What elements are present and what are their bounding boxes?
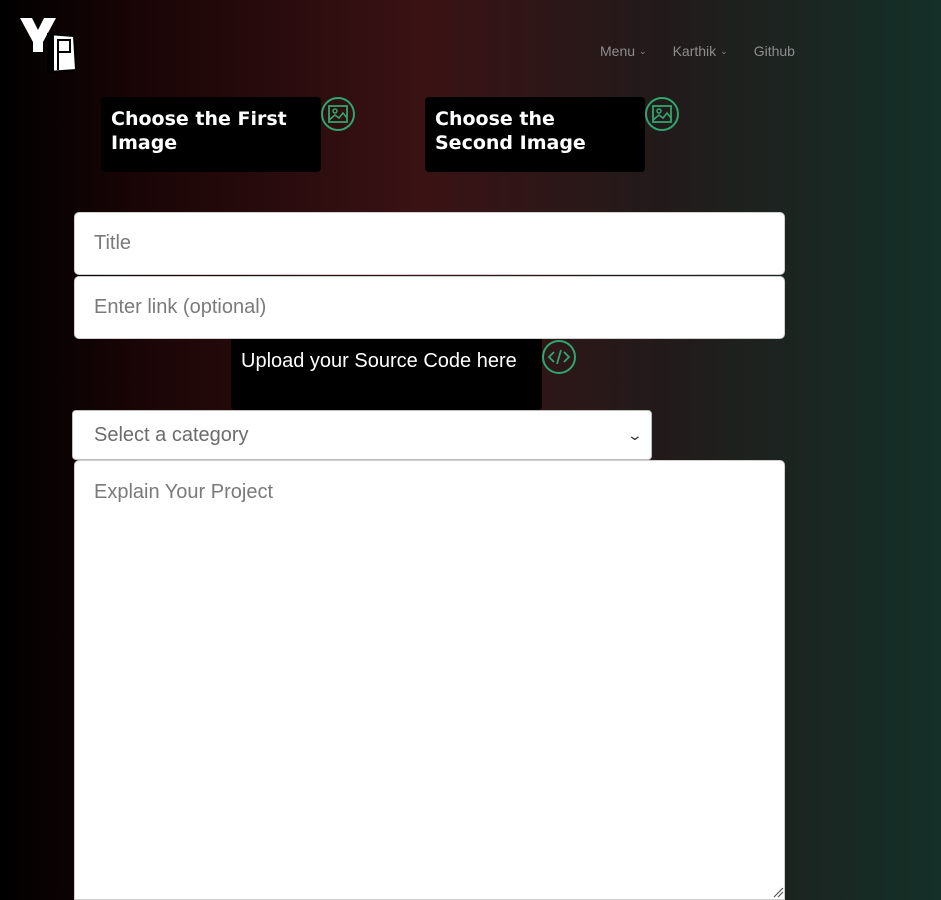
- nav-menu-label: Menu: [600, 43, 636, 59]
- nav-user[interactable]: Karthik ⌄: [673, 43, 728, 59]
- choose-second-image-button[interactable]: Choose the Second Image: [425, 97, 645, 172]
- resize-handle-icon[interactable]: [772, 886, 784, 898]
- chevron-down-icon: ⌄: [626, 426, 644, 443]
- category-select-value: Select a category: [94, 423, 249, 446]
- upload-source-code-button[interactable]: Upload your Source Code here: [231, 339, 542, 410]
- chevron-down-icon: ⌄: [639, 45, 647, 56]
- nav-menu[interactable]: Menu ⌄: [600, 43, 647, 59]
- choose-first-image-label: Choose the First Image: [111, 108, 287, 154]
- image-icon[interactable]: [320, 96, 356, 132]
- image-icon[interactable]: [644, 96, 680, 132]
- top-nav: Menu ⌄ Karthik ⌄ Github: [600, 43, 821, 59]
- upload-source-code-label: Upload your Source Code here: [241, 350, 517, 372]
- nav-github[interactable]: Github: [754, 43, 795, 59]
- chevron-down-icon: ⌄: [720, 45, 728, 56]
- title-input[interactable]: [74, 212, 785, 275]
- nav-github-label: Github: [753, 43, 795, 59]
- yp-logo[interactable]: [18, 14, 80, 78]
- category-select[interactable]: Select a category ⌄: [72, 410, 652, 460]
- choose-first-image-button[interactable]: Choose the First Image: [101, 97, 321, 172]
- link-input[interactable]: [74, 276, 785, 339]
- nav-user-label: Karthik: [672, 43, 717, 59]
- code-icon[interactable]: [541, 339, 577, 375]
- choose-second-image-label: Choose the Second Image: [435, 108, 586, 154]
- project-description-textarea[interactable]: [74, 460, 785, 900]
